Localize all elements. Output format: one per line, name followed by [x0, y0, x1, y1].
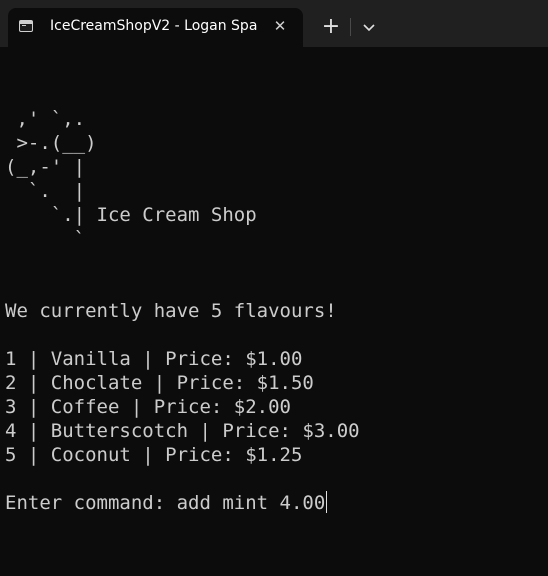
ascii-art-line: `. |	[5, 180, 86, 202]
flavour-list-item: 3 | Coffee | Price: $2.00	[5, 396, 291, 418]
flavour-list-item: 2 | Choclate | Price: $1.50	[5, 372, 314, 394]
command-line[interactable]: Enter command: add mint 4.00	[5, 491, 328, 515]
flavour-count-text: We currently have 5 flavours!	[5, 300, 337, 322]
terminal-icon	[19, 20, 33, 32]
ascii-art-line: ,' `,.	[5, 108, 86, 130]
flavour-list-item: 5 | Coconut | Price: $1.25	[5, 444, 303, 466]
terminal-window: IceCreamShopV2 - Logan Spa ✕ + ,' `,. >-…	[0, 0, 548, 576]
ascii-art-line: (_,-' |	[5, 156, 86, 178]
flavour-list-item: 1 | Vanilla | Price: $1.00	[5, 348, 303, 370]
flavour-list-item: 4 | Butterscotch | Price: $3.00	[5, 420, 360, 442]
ascii-art-line: `.| Ice Cream Shop	[5, 204, 257, 226]
text-cursor	[326, 491, 328, 513]
chevron-down-icon[interactable]	[357, 14, 381, 40]
ascii-art-line: `	[5, 228, 86, 250]
ascii-art-line: >-.(__)	[5, 132, 97, 154]
title-bar: IceCreamShopV2 - Logan Spa ✕ +	[0, 0, 548, 47]
plus-icon[interactable]: +	[318, 14, 344, 40]
terminal-output[interactable]: ,' `,. >-.(__) (_,-' | `. | `.| Ice Crea…	[0, 47, 548, 576]
command-prompt: Enter command:	[5, 492, 177, 514]
command-input[interactable]: add mint 4.00	[177, 492, 326, 514]
close-icon[interactable]: ✕	[270, 16, 290, 36]
titlebar-divider	[350, 18, 351, 36]
tab-title: IceCreamShopV2 - Logan Spa	[50, 18, 258, 34]
active-tab[interactable]: IceCreamShopV2 - Logan Spa ✕	[8, 8, 303, 47]
